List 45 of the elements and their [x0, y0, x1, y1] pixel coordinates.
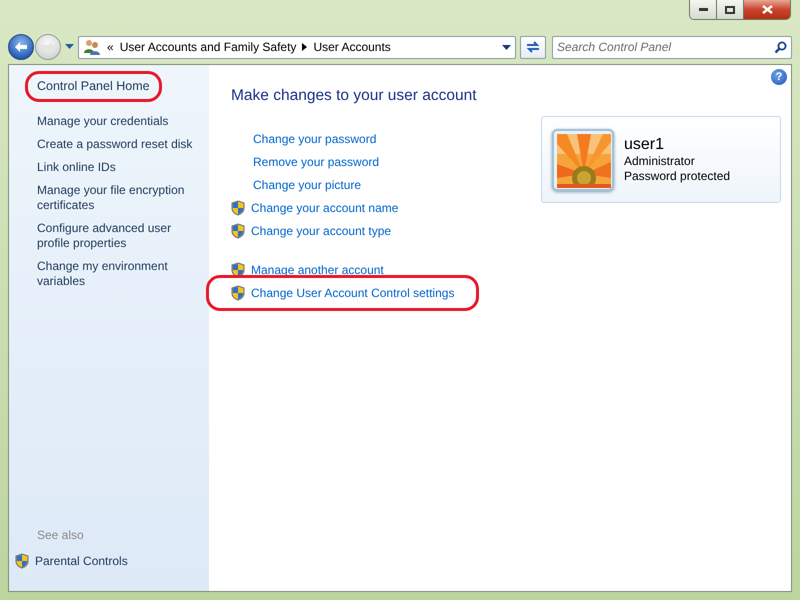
shield-icon [231, 200, 245, 216]
task-link[interactable]: Remove your password [253, 154, 380, 170]
home-link[interactable]: Control Panel Home [37, 79, 150, 94]
task-link[interactable]: Change your account type [251, 224, 392, 239]
overflow-chevron[interactable]: « [107, 38, 114, 56]
account-name: user1 [624, 136, 666, 154]
dropdown-icon[interactable] [65, 44, 74, 50]
breadcrumb-item[interactable]: User Accounts [313, 38, 391, 56]
sidebar-link[interactable]: Create a password reset disk [37, 137, 197, 152]
close-button[interactable] [744, 0, 790, 19]
sidebar-link[interactable]: Configure advanced user profile properties [37, 221, 197, 251]
shield-icon [15, 553, 29, 569]
account-status: Password protected [624, 168, 730, 184]
page-title: Make changes to your user account [231, 87, 478, 106]
maximize-button[interactable] [717, 0, 744, 19]
back-arrow-icon [14, 41, 28, 53]
sidebar-link[interactable]: Link online IDs [37, 160, 197, 175]
forward-arrow-icon [41, 41, 55, 53]
task-link[interactable]: Change User Account Control settings [251, 286, 454, 301]
users-icon [83, 39, 101, 55]
account-type: Administrator [624, 154, 696, 168]
breadcrumb-item[interactable]: User Accounts and Family Safety [120, 38, 296, 56]
close-icon [762, 5, 772, 14]
maximize-icon [725, 6, 735, 14]
section-label: See also [37, 527, 85, 544]
search-field[interactable]: Search Control Panel [552, 36, 792, 58]
dropdown-icon[interactable] [502, 44, 511, 50]
sidebar-link[interactable]: Manage your credentials [37, 114, 197, 129]
address-bar[interactable]: « User Accounts and Family Safety User Accounts [78, 36, 516, 58]
minimize-icon [698, 8, 708, 11]
back-button[interactable] [8, 34, 34, 60]
task-link[interactable]: Change your account name [251, 200, 398, 216]
shield-icon [231, 223, 245, 240]
breadcrumb-arrow-icon[interactable] [302, 43, 308, 51]
refresh-arrows-icon [525, 40, 541, 54]
task-link[interactable]: Change your password [253, 132, 376, 147]
task-link[interactable]: Manage another account [251, 262, 384, 278]
sidebar-link[interactable]: Manage your file encryption certificates [37, 183, 197, 213]
minimize-button[interactable] [690, 0, 717, 19]
refresh-button[interactable] [520, 36, 546, 58]
task-link[interactable]: Change your picture [253, 178, 362, 193]
search-icon [774, 40, 787, 54]
shield-icon [231, 285, 245, 302]
sidebar-link[interactable]: Change my environment variables [37, 259, 197, 289]
sidebar-link[interactable]: Parental Controls [35, 554, 195, 568]
